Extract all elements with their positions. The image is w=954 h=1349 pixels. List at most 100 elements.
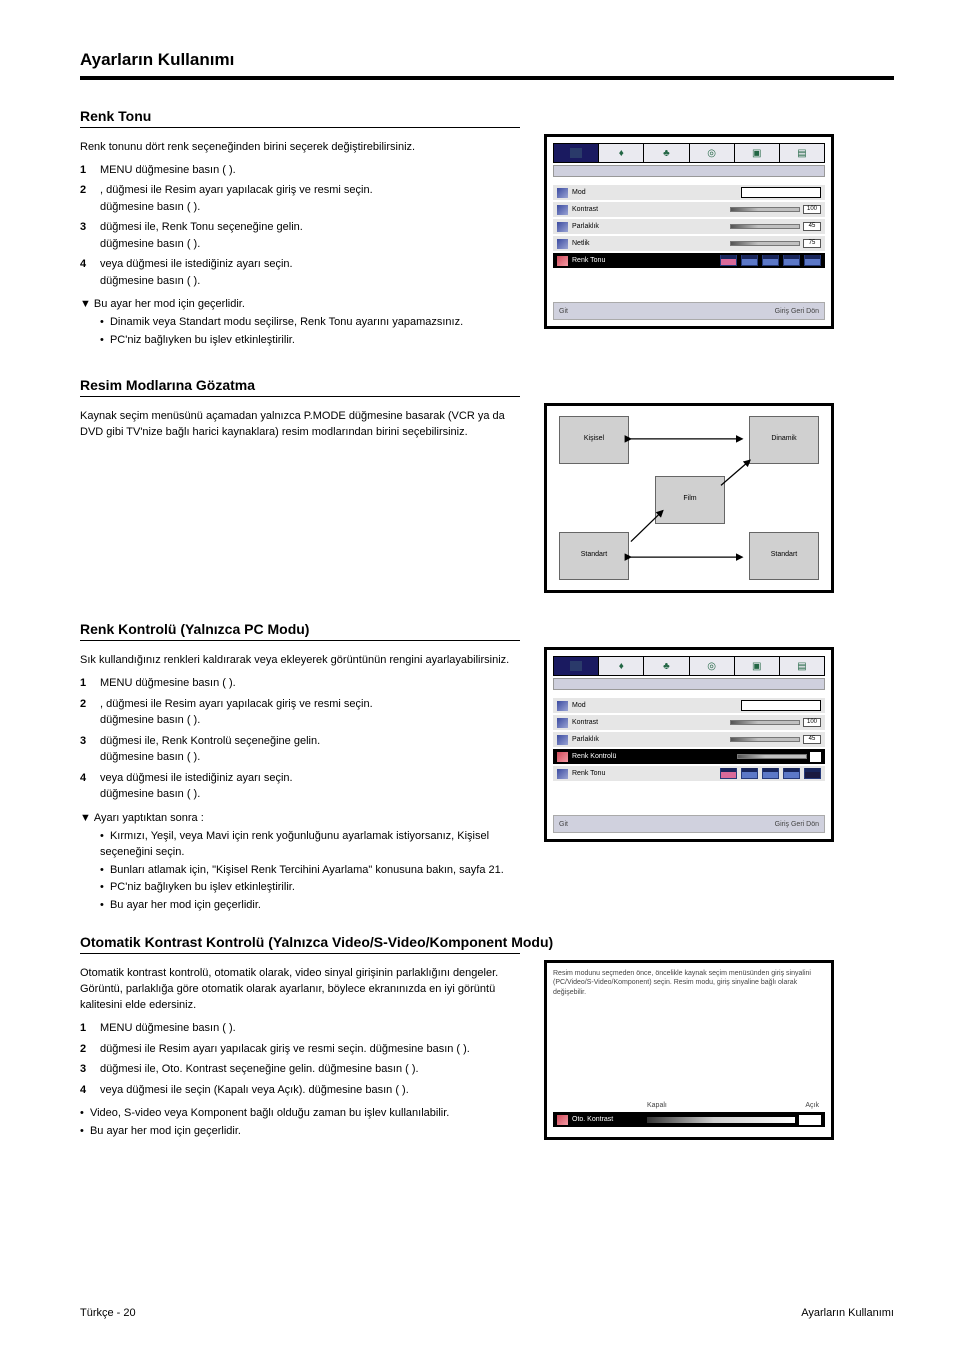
osd-tab-5: ▣ bbox=[735, 144, 780, 162]
brightness-icon bbox=[557, 735, 568, 745]
sec3-step3: 3düğmesi ile, Renk Kontrolü seçeneğine g… bbox=[80, 733, 520, 766]
sec1-left: Renk tonunu dört renk seçeneğinden birin… bbox=[80, 134, 520, 349]
section-title-renk-kontrolu: Renk Kontrolü (Yalnızca PC Modu) bbox=[80, 621, 894, 637]
page-footer: Türkçe - 20 Ayarların Kullanımı bbox=[80, 1307, 894, 1319]
setup-icon: ▤ bbox=[797, 661, 806, 672]
setup-icon: ▤ bbox=[797, 148, 806, 159]
clover-icon: ♣ bbox=[663, 148, 670, 159]
sec4-step1: 1MENU düğmesine basın ( ). bbox=[80, 1020, 520, 1037]
osd3-tabbar: ♦ ♣ ◎ ▣ ▤ bbox=[553, 656, 825, 676]
osd-tab-3: ♣ bbox=[644, 144, 689, 162]
osd-row-parlaklik: Parlaklık45 bbox=[553, 219, 825, 234]
brightness-icon bbox=[557, 222, 568, 232]
osd-tabbar: ♦ ♣ ◎ ▣ ▤ bbox=[553, 143, 825, 163]
colorcontrol-icon bbox=[557, 752, 568, 762]
sec3-bullet-2: PC'niz bağlıyken bu işlev etkinleştirili… bbox=[100, 880, 520, 896]
contrast-icon bbox=[557, 205, 568, 215]
osd4-cap-right: Açık bbox=[805, 1102, 819, 1109]
sharpness-icon bbox=[557, 239, 568, 249]
osd-subbar bbox=[553, 165, 825, 177]
figure-osd-1: ♦ ♣ ◎ ▣ ▤ Mod Kontrast100 Parlaklık45 Ne… bbox=[544, 134, 834, 329]
osd3-row-mode: Mod bbox=[553, 698, 825, 713]
tone-btn-s2 bbox=[804, 768, 821, 779]
sec3-bullet-0: Kırmızı, Yeşil, veya Mavi için renk yoğu… bbox=[100, 829, 520, 861]
section-rule bbox=[80, 953, 520, 954]
osd-row-netlik: Netlik75 bbox=[553, 236, 825, 251]
sec4-text: Otomatik kontrast kontrolü, otomatik ola… bbox=[80, 966, 520, 1014]
sec3-intro: Sık kullandığınız renkleri kaldırarak ve… bbox=[80, 653, 520, 669]
sec4-note-0: Video, S-video veya Komponent bağlı oldu… bbox=[80, 1106, 520, 1122]
sec1-intro: Renk tonunu dört renk seçeneğinden birin… bbox=[80, 140, 520, 156]
mode-icon bbox=[557, 188, 568, 198]
clover-icon: ♣ bbox=[663, 661, 670, 672]
section-rule bbox=[80, 127, 520, 128]
sec3-bullet-3: Bu ayar her mod için geçerlidir. bbox=[100, 898, 520, 914]
sec3-step4: 4veya düğmesi ile istediğiniz ayarı seçi… bbox=[80, 770, 520, 803]
tone-btn-normal bbox=[762, 255, 779, 266]
sec1-note-1: PC'niz bağlıyken bu işlev etkinleştirili… bbox=[100, 333, 520, 349]
osd-hint-bar: Git Giriş Geri Dön bbox=[553, 302, 825, 320]
figure-osd-4: Resim modunu seçmeden önce, öncelikle ka… bbox=[544, 960, 834, 1140]
speaker-icon: ♦ bbox=[619, 661, 624, 672]
osd-row-mode: Mod bbox=[553, 185, 825, 200]
colortone-icon bbox=[557, 769, 568, 779]
section-title-gozatma: Resim Modlarına Gözatma bbox=[80, 377, 894, 393]
contrast-icon bbox=[557, 718, 568, 728]
section-title-renk-tonu: Renk Tonu bbox=[80, 108, 894, 124]
step-3: 3düğmesi ile, Renk Tonu seçeneğine gelin… bbox=[80, 219, 520, 252]
speaker-icon: ♦ bbox=[619, 148, 624, 159]
tone-btn-s2 bbox=[804, 255, 821, 266]
sec4-step4: 4veya düğmesi ile seçin (Kapalı veya Açı… bbox=[80, 1082, 520, 1099]
tone-btn-s1 bbox=[783, 768, 800, 779]
note-arrow-icon: ▼ bbox=[80, 811, 91, 827]
step-1: 1MENU düğmesine basın ( ). bbox=[80, 162, 520, 179]
sec4-step2: 2düğmesi ile Resim ayarı yapılacak giriş… bbox=[80, 1041, 520, 1058]
step-2: 2, düğmesi ile Resim ayarı yapılacak gir… bbox=[80, 182, 520, 215]
tone-btn-k1 bbox=[741, 255, 758, 266]
osd3-hint-bar: Git Giriş Geri Dön bbox=[553, 815, 825, 833]
target-icon: ◎ bbox=[707, 661, 716, 672]
page-header: Ayarların Kullanımı bbox=[80, 50, 894, 80]
tone-btn-k1 bbox=[741, 768, 758, 779]
osd4-row: Oto. Kontrast bbox=[553, 1112, 825, 1127]
tone-btn-normal bbox=[762, 768, 779, 779]
section-rule bbox=[80, 640, 520, 641]
osd-row-kontrast: Kontrast100 bbox=[553, 202, 825, 217]
colortone-icon bbox=[557, 256, 568, 266]
sec2-text: Kaynak seçim menüsünü açamadan yalnızca … bbox=[80, 409, 520, 441]
osd3-row-renk-kontrolu: Renk Kontrolü bbox=[553, 749, 825, 764]
osd3-row-renk-tonu: Renk Tonu bbox=[553, 766, 825, 781]
section-rule bbox=[80, 396, 520, 397]
pip-icon: ▣ bbox=[752, 661, 761, 672]
monitor-icon bbox=[570, 661, 582, 671]
osd-tab-picture bbox=[554, 144, 599, 162]
osd-tab-4: ◎ bbox=[690, 144, 735, 162]
tone-btn-k2 bbox=[720, 768, 737, 779]
osd3-tab-picture bbox=[554, 657, 599, 675]
step-4: 4veya düğmesi ile istediğiniz ayarı seçi… bbox=[80, 256, 520, 289]
osd3-subbar bbox=[553, 678, 825, 690]
osd4-value-box bbox=[799, 1115, 821, 1125]
footer-right: Ayarların Kullanımı bbox=[801, 1307, 894, 1319]
autocontrast-icon bbox=[557, 1115, 568, 1125]
note-arrow-icon: ▼ bbox=[80, 297, 91, 313]
mode-combo bbox=[741, 187, 821, 198]
footer-left: Türkçe - 20 bbox=[80, 1307, 136, 1319]
pip-icon: ▣ bbox=[752, 148, 761, 159]
tone-btn-s1 bbox=[783, 255, 800, 266]
page-title: Ayarların Kullanımı bbox=[80, 50, 894, 70]
sec3-step1: 1MENU düğmesine basın ( ). bbox=[80, 675, 520, 692]
section-title-oto-kontrast: Otomatik Kontrast Kontrolü (Yalnızca Vid… bbox=[80, 934, 894, 950]
target-icon: ◎ bbox=[707, 148, 716, 159]
tone-btn-k2 bbox=[720, 255, 737, 266]
diagram-arrows bbox=[547, 406, 831, 590]
figure-diagram: Kişisel Dinamik Film Standart Standart bbox=[544, 403, 834, 593]
osd-tab-2: ♦ bbox=[599, 144, 644, 162]
header-rule bbox=[80, 76, 894, 80]
mode-icon bbox=[557, 701, 568, 711]
osd3-row-kontrast: Kontrast100 bbox=[553, 715, 825, 730]
osd3-row-parlaklik: Parlaklık45 bbox=[553, 732, 825, 747]
sec3-bullet-1: Bunları atlamak için, "Kişisel Renk Terc… bbox=[100, 863, 520, 879]
osd4-slider bbox=[647, 1117, 795, 1123]
osd4-hint: Resim modunu seçmeden önce, öncelikle ka… bbox=[553, 969, 825, 996]
